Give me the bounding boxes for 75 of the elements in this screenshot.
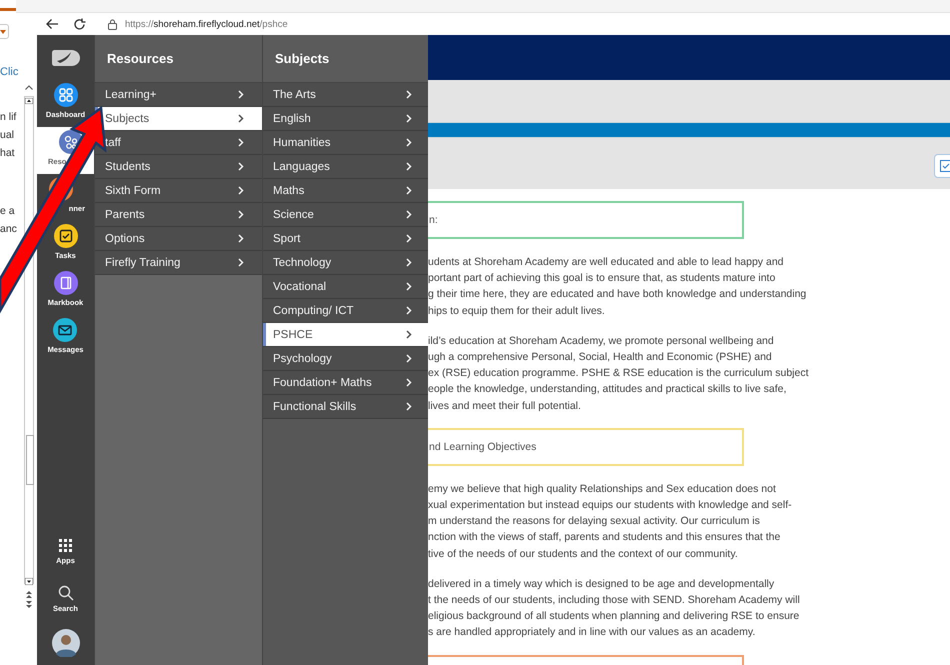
apps-icon (58, 539, 72, 553)
grid-icon (54, 83, 78, 107)
menu-item[interactable]: English (263, 107, 428, 131)
chevron-icon (238, 114, 244, 123)
paragraph: e a anc (0, 204, 17, 237)
chevron-icon (406, 258, 412, 267)
menu-item[interactable]: Sport (263, 227, 428, 251)
scroll-down-icon[interactable] (25, 578, 33, 585)
paragraph: ild’s education at Shoreham Academy, we promote personal wellbeing and ugh a comprehensive Personal, Social, Health and Economic (PSHE) and ex (RSE) education programme. PSHE & RSE education is the curriculum subject eople the knowledge, understanding, attitudes and practical skills to live safe, lives and meet their full potential. (428, 334, 810, 414)
chevron-icon (406, 234, 412, 243)
scroll-up-icon (25, 98, 33, 104)
checkbox-icon (940, 160, 950, 172)
chevron-icon (238, 162, 244, 171)
chevron-icon (238, 138, 244, 147)
paragraph: udents at Shoreham Academy are well educated and able to lead happy and portant part of achieving this goal is to ensure that, as students mature into g their time here, they are educated and have both knowledge and understanding hips to equip them for their adult lives. (428, 255, 808, 319)
avatar[interactable] (52, 629, 80, 657)
menu-title: Resources (95, 35, 262, 83)
chevron-icon (406, 282, 412, 291)
chevron-icon (238, 90, 244, 99)
menu-item[interactable]: Parents (95, 203, 262, 227)
menu-item[interactable]: Firefly Training (95, 251, 262, 275)
chevron-icon (406, 210, 412, 219)
chevron-icon (238, 186, 244, 195)
caret-icon (0, 30, 6, 34)
menu-item[interactable]: Foundation+ Maths (263, 371, 428, 395)
search-icon (58, 585, 74, 601)
chevron-icon (406, 402, 412, 411)
chevron-icon (406, 186, 412, 195)
menu-item[interactable]: The Arts (263, 83, 428, 107)
chevron-icon (406, 354, 412, 363)
menu-title: Subjects (263, 35, 428, 83)
paragraph: n lif ual hat (0, 110, 16, 161)
menu-item[interactable]: taff (95, 131, 262, 155)
menu-item[interactable]: Humanities (263, 131, 428, 155)
chevron-icon (406, 162, 412, 171)
chevron-icon (238, 210, 244, 219)
scroll-thumb[interactable] (26, 435, 34, 485)
menu-item[interactable]: Computing/ ICT (263, 299, 428, 323)
page-up-icon[interactable] (25, 590, 33, 599)
back-icon[interactable] (45, 18, 59, 30)
chevron-icon (238, 234, 244, 243)
chevron-icon (406, 138, 412, 147)
menu-item[interactable]: Science (263, 203, 428, 227)
chevron-icon (406, 306, 412, 315)
chevron-icon (238, 258, 244, 267)
paragraph: emy we believe that high quality Relationships and Sex education does not xual experimentation but instead equips our students with knowledge and self- m understand the reasons for delaying sexual activity. Our curriculum is nction with the views of staff, parents and students and this ensures that the tive of the needs of our students and the context of our community. (428, 482, 793, 562)
chevron-icon (406, 114, 412, 123)
checkbox-icon (54, 224, 78, 248)
menu-item[interactable]: Vocational (263, 275, 428, 299)
scrollbar[interactable] (24, 96, 34, 584)
menu-item[interactable]: PSHCE (263, 323, 428, 347)
envelope-icon (53, 318, 78, 342)
menu-item[interactable]: Learning+ (95, 83, 262, 107)
chevron-icon (406, 378, 412, 387)
lock-icon (108, 18, 117, 30)
section-heading: n: (428, 201, 744, 239)
section-heading: nd Learning Objectives (428, 428, 744, 466)
menu-item[interactable]: Options (95, 227, 262, 251)
menu-item[interactable]: Technology (263, 251, 428, 275)
chevron-icon (406, 330, 412, 339)
menu-item[interactable]: Sixth Form (95, 179, 262, 203)
menu-item[interactable]: Students (95, 155, 262, 179)
menu-item[interactable]: Functional Skills (263, 395, 428, 419)
menu-item[interactable]: Languages (263, 155, 428, 179)
collapse-icon (25, 85, 33, 90)
link[interactable]: Clic (0, 66, 18, 78)
reload-icon[interactable] (73, 18, 86, 30)
book-icon (54, 271, 78, 295)
menu-item[interactable]: Maths (263, 179, 428, 203)
paragraph: delivered in a timely way which is designed to be age and developmentally t the needs of our students, including those with SEND. Shoreham Academy will eligious background of all students when planning and delivering RSE to ensure s are handled appropriately and in line with our values as an academy. (428, 576, 801, 640)
chevron-icon (406, 90, 412, 99)
menu-item[interactable]: Psychology (263, 347, 428, 371)
address-bar[interactable]: https://shoreham.fireflycloud.net/pshce (100, 16, 296, 32)
menu-item[interactable]: Subjects (95, 107, 262, 131)
page-down-icon[interactable] (25, 600, 33, 609)
